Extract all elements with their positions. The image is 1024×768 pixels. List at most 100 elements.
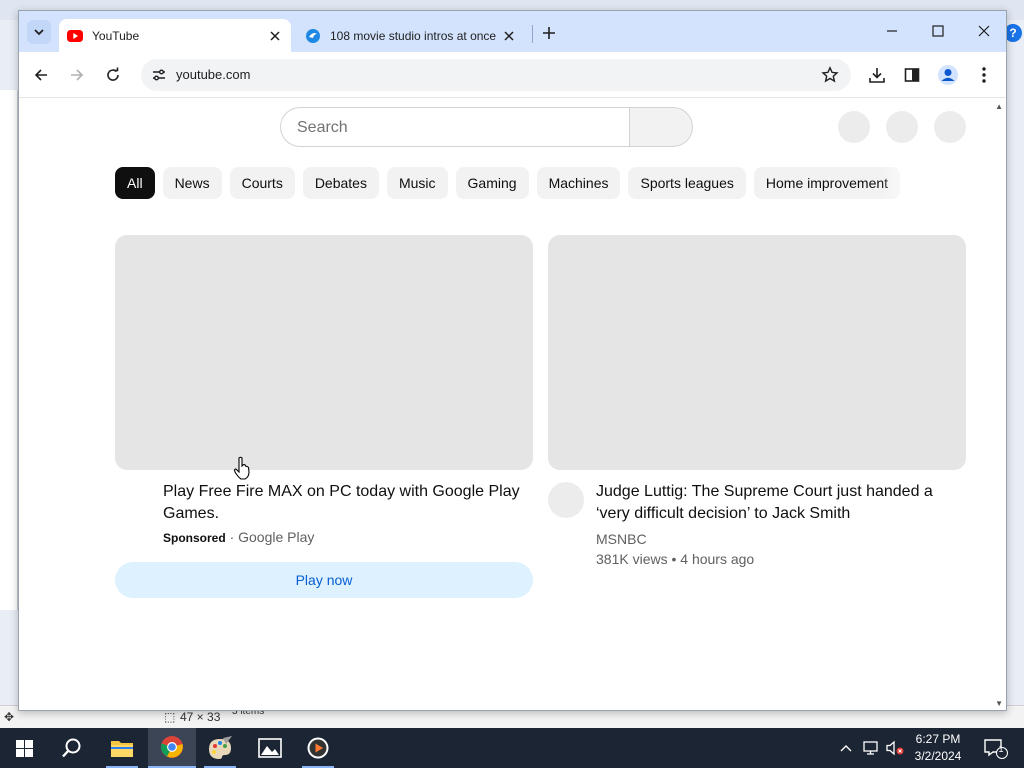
taskbar: 6:27 PM 3/2/2024 1 <box>0 728 1024 768</box>
youtube-icon <box>67 29 83 42</box>
new-tab-button[interactable] <box>537 21 561 45</box>
chip-sports-leagues[interactable]: Sports leagues <box>628 167 746 199</box>
search-icon <box>62 738 81 758</box>
download-icon <box>869 68 885 83</box>
hand-pointer-icon <box>233 456 250 480</box>
tab-title: YouTube <box>92 28 140 43</box>
maximize-icon <box>932 25 944 37</box>
photos-icon <box>258 738 282 758</box>
paint-palette-icon <box>209 736 232 759</box>
maximize-button[interactable] <box>915 17 961 45</box>
channel-name[interactable]: MSNBC <box>596 531 647 547</box>
start-button[interactable] <box>0 728 48 768</box>
network-icon[interactable] <box>860 728 882 768</box>
scroll-down-arrow[interactable]: ▼ <box>995 699 1003 708</box>
taskbar-search-button[interactable] <box>48 728 96 768</box>
side-panel-button[interactable] <box>898 61 926 89</box>
tab-strip: YouTube 108 movie studio intros at once <box>19 11 1006 52</box>
advertiser-name: · Google Play <box>229 529 315 545</box>
bookmark-star-icon[interactable] <box>819 64 841 86</box>
channel-avatar[interactable] <box>548 482 584 518</box>
chip-debates[interactable]: Debates <box>302 167 379 199</box>
scroll-up-arrow[interactable]: ▲ <box>995 102 1003 111</box>
tab-separator <box>532 25 533 43</box>
ad-title[interactable]: Play Free Fire MAX on PC today with Goog… <box>163 481 523 525</box>
taskbar-photos[interactable] <box>246 728 294 768</box>
chip-all[interactable]: All <box>115 167 155 199</box>
clock-date: 3/2/2024 <box>914 749 962 763</box>
tray-overflow-button[interactable] <box>836 728 856 768</box>
youtube-page: ▲ ▼ Search All News Courts Debates Music Gami… <box>19 99 1006 710</box>
sponsored-label: Sponsored <box>163 531 226 545</box>
selection-size-icon: ⬚ <box>164 710 176 724</box>
close-window-button[interactable] <box>961 17 1007 45</box>
search-button[interactable] <box>629 107 693 147</box>
tab-search-button[interactable] <box>27 20 51 44</box>
search-placeholder: Search <box>297 119 348 136</box>
reload-button[interactable] <box>99 61 127 89</box>
folder-icon <box>111 741 133 757</box>
taskbar-chrome[interactable] <box>148 728 196 768</box>
chip-gaming[interactable]: Gaming <box>455 167 529 199</box>
filter-chips-bar: All News Courts Debates Music Gaming Machines S… <box>115 167 920 199</box>
video-title[interactable]: Judge Luttig: The Supreme Court just han… <box>596 481 956 525</box>
action-center-button[interactable]: 1 <box>978 728 1012 768</box>
minimize-button[interactable] <box>869 17 915 45</box>
close-tab-icon[interactable] <box>265 26 285 46</box>
taskbar-file-explorer[interactable] <box>98 728 146 768</box>
browser-window: YouTube 108 movie studio intros at once <box>18 10 1007 711</box>
browser-toolbar: youtube.com <box>19 52 1006 98</box>
tab-youtube[interactable]: YouTube <box>59 19 291 52</box>
chip-machines[interactable]: Machines <box>536 167 621 199</box>
profile-button[interactable] <box>934 61 962 89</box>
plus-icon <box>543 27 555 39</box>
profile-avatar-icon <box>938 65 958 85</box>
chrome-icon <box>161 736 183 758</box>
chip-music[interactable]: Music <box>386 167 448 199</box>
notification-count: 1 <box>998 744 1004 754</box>
tab-movie-studio-intros[interactable]: 108 movie studio intros at once <box>297 19 525 52</box>
move-icon: ✥ <box>4 710 15 724</box>
minimize-icon <box>887 30 897 32</box>
video-thumbnail[interactable] <box>548 235 966 470</box>
address-bar[interactable]: youtube.com <box>141 59 851 91</box>
account-avatar-placeholder[interactable] <box>934 111 966 143</box>
volume-muted-icon[interactable] <box>884 728 906 768</box>
reload-icon <box>107 67 119 81</box>
browser-menu-button[interactable] <box>970 61 998 89</box>
video-site-icon <box>306 28 320 43</box>
ad-card[interactable]: Play Free Fire MAX on PC today with Goog… <box>115 235 533 598</box>
more-vertical-icon <box>982 67 986 83</box>
close-icon <box>978 25 990 37</box>
taskbar-media-player[interactable] <box>294 728 342 768</box>
ad-thumbnail[interactable] <box>115 235 533 470</box>
chips-fade-overlay <box>879 167 923 199</box>
forward-button[interactable] <box>63 61 91 89</box>
background-app-panel <box>0 90 18 610</box>
taskbar-paint[interactable] <box>196 728 244 768</box>
clock-time: 6:27 PM <box>915 732 961 746</box>
video-card[interactable]: Judge Luttig: The Supreme Court just han… <box>548 235 966 567</box>
tab-title: 108 movie studio intros at once <box>330 28 497 43</box>
chip-news[interactable]: News <box>162 167 222 199</box>
play-now-button[interactable]: Play now <box>115 562 533 598</box>
ad-meta: Sponsored · Google Play <box>163 529 314 545</box>
url-text: youtube.com <box>176 67 251 82</box>
side-panel-icon <box>904 68 920 82</box>
chevron-down-icon <box>34 29 44 36</box>
windows-logo-icon <box>15 739 33 757</box>
back-button[interactable] <box>27 61 55 89</box>
chip-courts[interactable]: Courts <box>229 167 295 199</box>
search-input[interactable]: Search <box>280 107 630 147</box>
chevron-up-icon <box>840 745 852 752</box>
close-tab-icon[interactable] <box>499 26 519 46</box>
video-stats: 381K views • 4 hours ago <box>596 551 755 567</box>
notifications-button-placeholder[interactable] <box>886 111 918 143</box>
create-button-placeholder[interactable] <box>838 111 870 143</box>
arrow-right-icon <box>71 69 84 81</box>
taskbar-clock[interactable]: 6:27 PM 3/2/2024 <box>905 731 971 765</box>
downloads-button[interactable] <box>863 61 891 89</box>
arrow-left-icon <box>34 69 47 81</box>
site-info-icon[interactable] <box>147 63 171 87</box>
status-dimensions: 47 × 33 <box>180 710 221 724</box>
